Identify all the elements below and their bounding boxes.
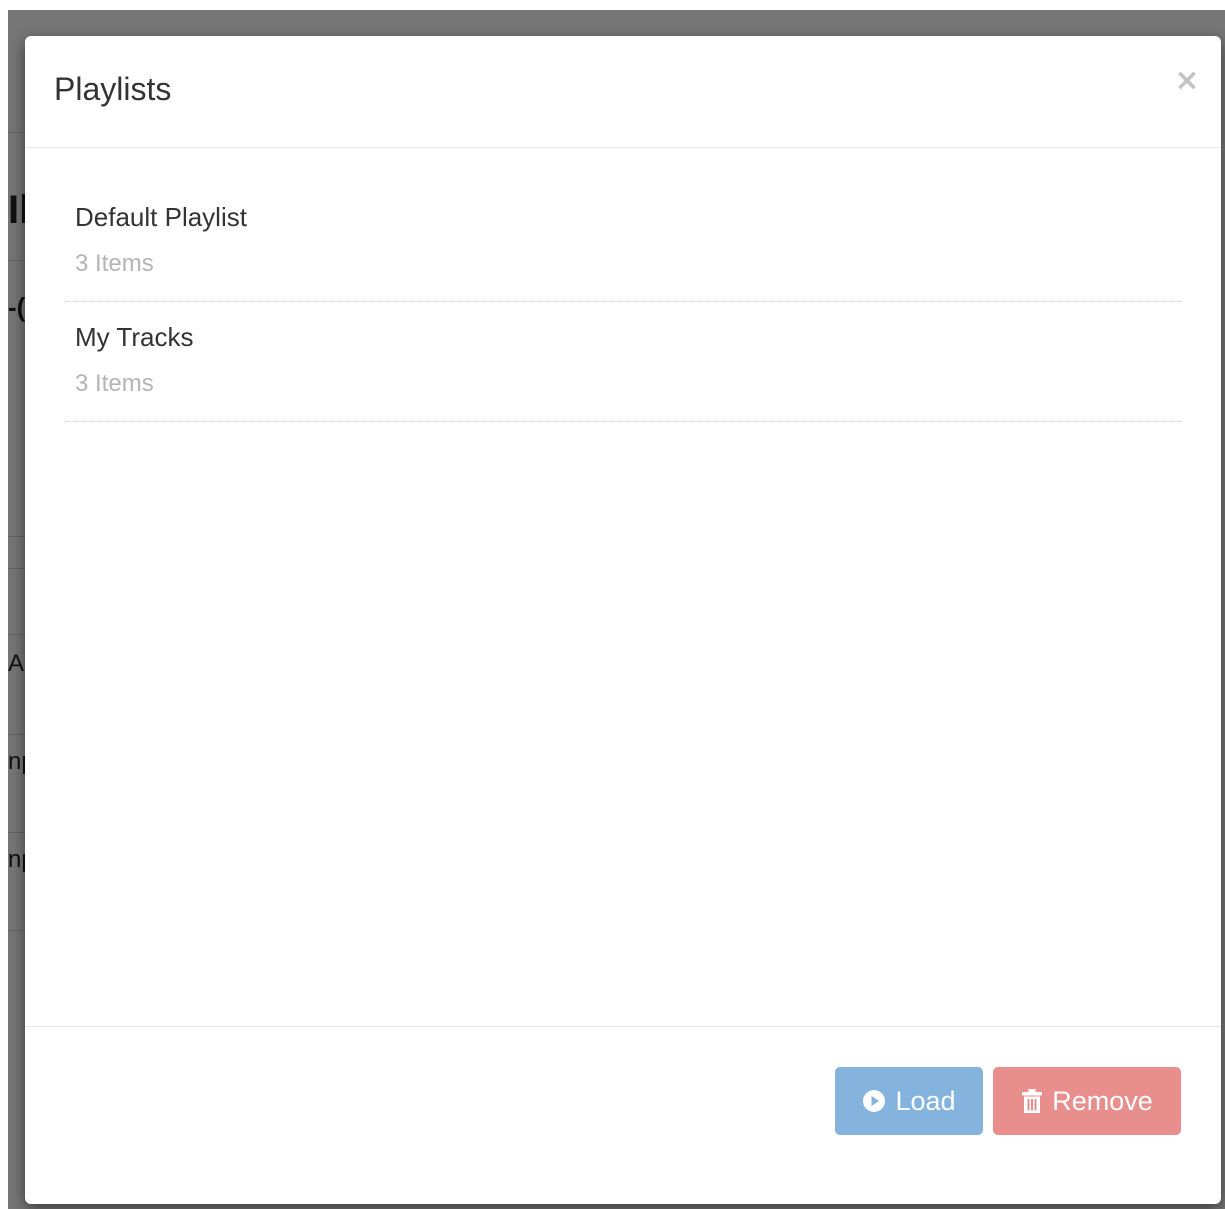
playlists-modal: Playlists × Default Playlist 3 Items My … xyxy=(25,36,1221,1204)
playlist-item[interactable]: Default Playlist 3 Items xyxy=(65,182,1181,302)
modal-footer: Load Remove xyxy=(25,1026,1221,1204)
close-button[interactable]: × xyxy=(1173,66,1201,96)
playlist-item[interactable]: My Tracks 3 Items xyxy=(65,302,1181,422)
modal-header: Playlists × xyxy=(25,36,1221,148)
playlist-list: Default Playlist 3 Items My Tracks 3 Ite… xyxy=(65,182,1181,422)
playlist-name: Default Playlist xyxy=(75,202,247,232)
playlist-item-count: 3 Items xyxy=(75,250,154,277)
playlist-name: My Tracks xyxy=(75,322,194,352)
load-button-label: Load xyxy=(895,1086,956,1116)
modal-title: Playlists xyxy=(54,71,172,107)
play-circle-icon xyxy=(862,1089,886,1113)
remove-button[interactable]: Remove xyxy=(993,1067,1181,1135)
modal-body: Default Playlist 3 Items My Tracks 3 Ite… xyxy=(25,148,1221,1026)
close-icon: × xyxy=(1174,63,1200,98)
remove-button-label: Remove xyxy=(1052,1086,1153,1116)
load-button[interactable]: Load xyxy=(835,1067,983,1135)
trash-icon xyxy=(1021,1088,1043,1114)
screen: Il -( Ar np np Playlists × Default Playl… xyxy=(0,0,1225,1209)
playlist-item-count: 3 Items xyxy=(75,370,154,397)
